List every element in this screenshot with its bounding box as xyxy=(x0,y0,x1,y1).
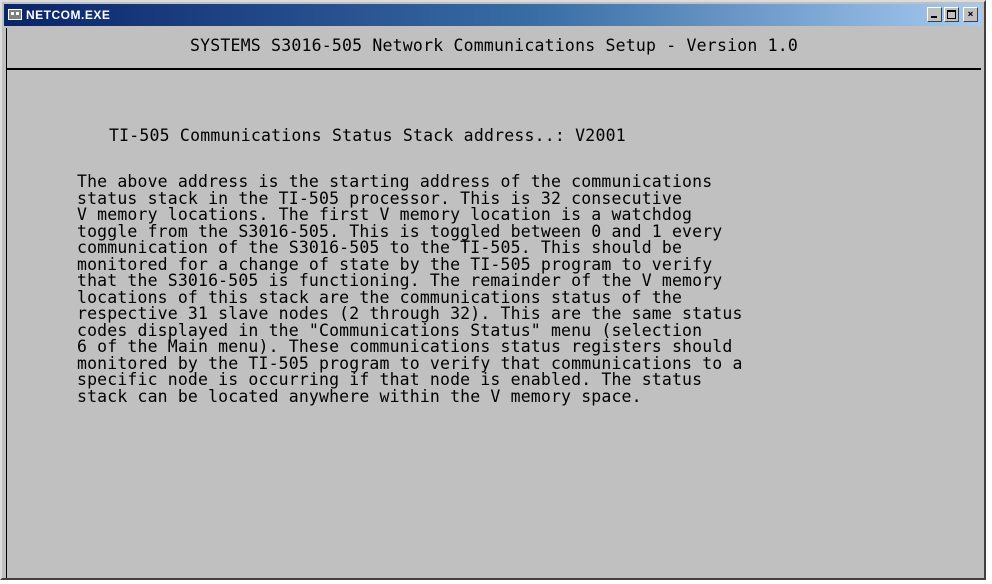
maximize-button[interactable] xyxy=(944,7,959,22)
window-controls: × xyxy=(927,7,978,23)
window-titlebar[interactable]: NETCOM.EXE × xyxy=(4,4,982,26)
status-stack-label: TI-505 Communications Status Stack addre… xyxy=(109,126,576,145)
help-line: stack can be located anywhere within the… xyxy=(77,386,642,406)
header-divider xyxy=(7,68,981,70)
status-stack-value[interactable]: V2001 xyxy=(575,126,626,145)
window-title: NETCOM.EXE xyxy=(26,8,111,22)
console-screen: SYSTEMS S3016-505 Network Communications… xyxy=(6,28,981,578)
system-menu-icon[interactable] xyxy=(8,9,22,20)
close-button[interactable]: × xyxy=(963,7,978,22)
minimize-button[interactable] xyxy=(927,7,942,22)
help-description: The above address is the starting addres… xyxy=(77,173,937,406)
screen-header: SYSTEMS S3016-505 Network Communications… xyxy=(189,36,799,55)
netcom-window: NETCOM.EXE × SYSTEMS S3016-505 Network C… xyxy=(0,0,986,580)
status-stack-address: TI-505 Communications Status Stack addre… xyxy=(109,124,626,148)
